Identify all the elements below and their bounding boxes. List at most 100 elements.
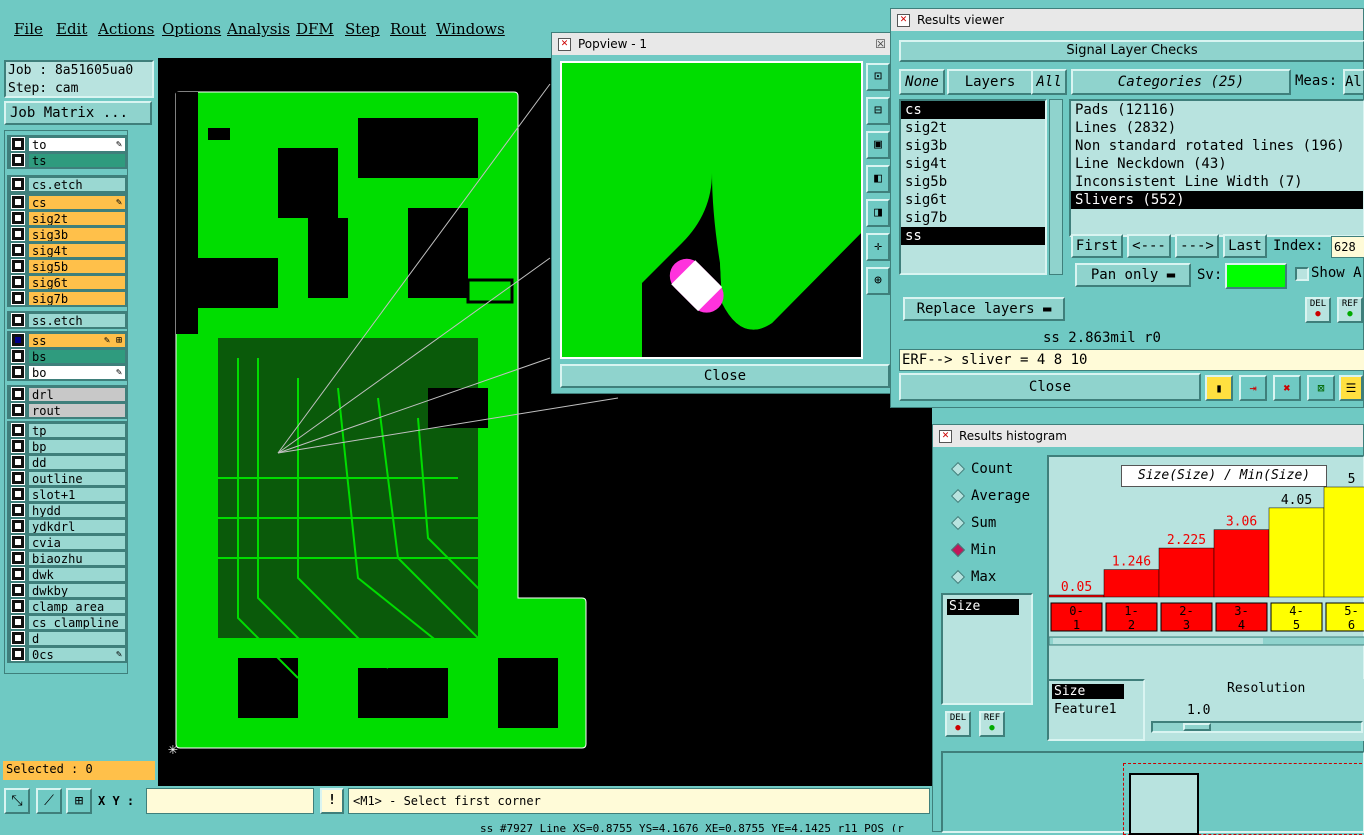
layers-list[interactable]: cs sig2t sig3b sig4t sig5b sig6t sig7b ss (899, 99, 1047, 275)
layer-checkbox[interactable] (11, 259, 25, 273)
hist-del-button[interactable]: DEL ● (945, 711, 971, 737)
last-button[interactable]: Last (1223, 234, 1267, 258)
layer-row[interactable]: slot+1 (8, 486, 126, 502)
layer-checkbox[interactable] (11, 177, 25, 191)
layer-checkbox[interactable] (11, 535, 25, 549)
category-item[interactable]: Lines (2832) (1071, 119, 1363, 137)
layer-checkbox[interactable] (11, 403, 25, 417)
layer-checkbox[interactable] (11, 365, 25, 379)
layer-checkbox[interactable] (11, 455, 25, 469)
grid-icon[interactable]: ⊞ (66, 788, 92, 814)
layer-checkbox[interactable] (11, 387, 25, 401)
layer-row[interactable]: clamp_area (8, 598, 126, 614)
resolution-slider[interactable] (1151, 721, 1363, 733)
layer-checkbox[interactable] (11, 471, 25, 485)
menu-step[interactable]: Step (345, 20, 380, 38)
layer-row[interactable]: cs ✎ (8, 194, 126, 210)
layer-checkbox[interactable] (11, 227, 25, 241)
layer-checkbox[interactable] (11, 519, 25, 533)
close-icon[interactable]: ☒ (875, 33, 886, 55)
option-max[interactable]: Max (939, 563, 1043, 590)
histogram-bar[interactable] (1049, 594, 1105, 598)
menu-actions[interactable]: Actions (98, 20, 154, 38)
option-count[interactable]: Count (939, 455, 1043, 482)
measure-icon[interactable]: ⟋ (36, 788, 62, 814)
index-input[interactable]: 628 (1331, 236, 1364, 258)
zoom-out-icon[interactable]: ⊟ (866, 97, 890, 125)
histogram-bar[interactable] (1213, 529, 1270, 598)
categories-list[interactable]: Pads (12116) Lines (2832) Non standard rot… (1069, 99, 1364, 237)
layer-row[interactable]: biaozhu (8, 550, 126, 566)
first-button[interactable]: First (1071, 234, 1123, 258)
layer-checkbox[interactable] (11, 599, 25, 613)
res-list[interactable]: Size Feature1 (1047, 679, 1145, 741)
layer-checkbox[interactable] (11, 153, 25, 167)
category-item[interactable]: Inconsistent Line Width (7) (1071, 173, 1363, 191)
option-min[interactable]: Min (939, 536, 1043, 563)
layer-row[interactable]: cvia (8, 534, 126, 550)
layer-row[interactable]: ydkdrl (8, 518, 126, 534)
popview-close-button[interactable]: Close (560, 364, 890, 388)
layer-row[interactable]: rout (8, 402, 126, 418)
warning-button[interactable]: ! (320, 788, 344, 814)
menu-rout[interactable]: Rout (390, 20, 426, 38)
export-icon[interactable]: ⇥ (1239, 375, 1267, 401)
layer-row[interactable]: dwkby (8, 582, 126, 598)
layer-list-item[interactable]: sig5b (901, 173, 1045, 191)
radio-icon[interactable] (950, 461, 966, 476)
layer-checkbox[interactable] (11, 551, 25, 565)
layer-row[interactable]: d (8, 630, 126, 646)
layer-list-item[interactable]: ss (901, 227, 1045, 245)
menu-edit[interactable]: Edit (56, 20, 87, 38)
tab-all[interactable]: All (1031, 69, 1067, 95)
menu-options[interactable]: Options (162, 20, 221, 38)
layer-row[interactable]: sig6t (8, 274, 126, 290)
layer-row[interactable]: dwk (8, 566, 126, 582)
layer-row[interactable]: ts (8, 152, 126, 168)
histogram-bar[interactable] (1323, 486, 1364, 598)
option-average[interactable]: Average (939, 482, 1043, 509)
layer-checkbox[interactable] (11, 615, 25, 629)
layer-checkbox[interactable] (11, 567, 25, 581)
layer-checkbox[interactable] (11, 275, 25, 289)
results-viewer-titlebar[interactable]: ✕ Results viewer (891, 9, 1363, 31)
pan-left-icon[interactable]: ◧ (866, 165, 890, 193)
popview-canvas[interactable] (560, 61, 863, 359)
layer-list-item[interactable]: cs (901, 101, 1045, 119)
next-button[interactable]: ---> (1175, 234, 1219, 258)
hist-ref-button[interactable]: REF ● (979, 711, 1005, 737)
layer-checkbox[interactable] (11, 439, 25, 453)
layer-checkbox[interactable] (11, 291, 25, 305)
layers-scrollbar[interactable] (1049, 99, 1063, 275)
layer-checkbox[interactable] (11, 243, 25, 257)
histogram-bar[interactable] (1268, 507, 1325, 598)
layer-row[interactable]: hydd (8, 502, 126, 518)
size-item[interactable]: Size (947, 599, 1019, 615)
layer-row[interactable]: dd (8, 454, 126, 470)
radio-icon[interactable] (950, 569, 966, 584)
results-close-button[interactable]: Close (899, 373, 1201, 401)
layer-row[interactable]: tp (8, 422, 126, 438)
layer-list-item[interactable]: sig3b (901, 137, 1045, 155)
layer-checkbox[interactable] (11, 631, 25, 645)
radio-icon[interactable] (950, 515, 966, 530)
histogram-bar[interactable] (1158, 547, 1215, 598)
radio-icon[interactable] (950, 542, 966, 557)
tab-categories[interactable]: Categories (25) (1071, 69, 1291, 95)
popview-titlebar[interactable]: ✕ Popview - 1 ☒ (552, 33, 890, 55)
menu-file[interactable]: File (14, 20, 43, 38)
layer-row[interactable]: bp (8, 438, 126, 454)
layer-checkbox[interactable] (11, 647, 25, 661)
layer-row[interactable]: sig4t (8, 242, 126, 258)
layer-checkbox[interactable] (11, 137, 25, 151)
option-sum[interactable]: Sum (939, 509, 1043, 536)
info-icon[interactable]: ▮ (1205, 375, 1233, 401)
layer-checkbox[interactable] (11, 423, 25, 437)
layer-row[interactable]: ss.etch (8, 312, 126, 328)
layer-checkbox[interactable] (11, 195, 25, 209)
layer-row[interactable]: outline (8, 470, 126, 486)
layer-checkbox[interactable] (11, 333, 25, 347)
layer-checkbox[interactable] (11, 211, 25, 225)
layer-checkbox[interactable] (11, 583, 25, 597)
fit-icon[interactable]: ▣ (866, 131, 890, 159)
